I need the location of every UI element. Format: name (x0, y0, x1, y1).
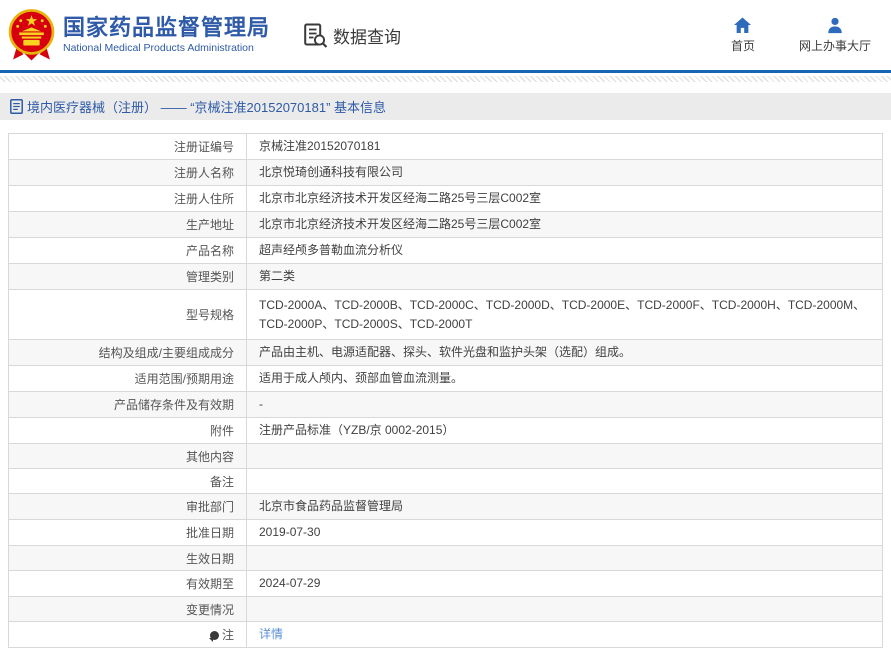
table-row: 批准日期 2019-07-30 (8, 519, 883, 546)
row-value: 注册产品标准（YZB/京 0002-2015） (246, 417, 883, 444)
row-label: 生效日期 (8, 545, 247, 571)
table-row: 结构及组成/主要组成成分 产品由主机、电源适配器、探头、软件光盘和监护头架（选配）… (8, 339, 883, 366)
table-row: 产品名称 超声经颅多普勒血流分析仪 (8, 237, 883, 264)
row-value: 适用于成人颅内、颈部血管血流测量。 (246, 365, 883, 392)
row-label: 注 (8, 621, 247, 648)
nav-home-label: 首页 (730, 38, 755, 53)
row-value (246, 596, 883, 622)
row-value: 北京市食品药品监督管理局 (246, 493, 883, 520)
table-row: 注册证编号 京械注准20152070181 (8, 133, 883, 160)
row-label: 审批部门 (8, 493, 247, 520)
row-label: 结构及组成/主要组成成分 (8, 339, 247, 366)
table-row: 适用范围/预期用途 适用于成人颅内、颈部血管血流测量。 (8, 365, 883, 392)
table-row: 审批部门 北京市食品药品监督管理局 (8, 493, 883, 520)
document-search-icon (304, 23, 328, 48)
row-value (246, 468, 883, 494)
row-value: - (246, 391, 883, 418)
agency-title-zh: 国家药品监督管理局 (63, 15, 271, 40)
row-label: 适用范围/预期用途 (8, 365, 247, 392)
header-divider-line (0, 70, 891, 73)
row-label: 管理类别 (8, 263, 247, 290)
agency-title-block[interactable]: 国家药品监督管理局 National Medical Products Admi… (63, 15, 270, 55)
row-label: 注册人名称 (8, 159, 247, 186)
row-label: 产品名称 (8, 237, 247, 264)
nav-service-hall[interactable]: 网上办事大厅 (799, 17, 871, 54)
row-value: 详情 (246, 621, 883, 648)
table-row: 附件 注册产品标准（YZB/京 0002-2015） (8, 417, 883, 444)
row-value: TCD-2000A、TCD-2000B、TCD-2000C、TCD-2000D、… (246, 289, 883, 340)
detail-link[interactable]: 详情 (259, 627, 283, 641)
home-icon (734, 16, 752, 33)
row-value (246, 545, 883, 571)
nav-service-hall-label: 网上办事大厅 (798, 38, 871, 53)
user-icon (828, 17, 842, 33)
row-value: 产品由主机、电源适配器、探头、软件光盘和监护头架（选配）组成。 (246, 339, 883, 366)
row-label: 其他内容 (8, 443, 247, 469)
table-row: 注册人住所 北京市北京经济技术开发区经海二路25号三层C002室 (8, 185, 883, 212)
table-row: 型号规格 TCD-2000A、TCD-2000B、TCD-2000C、TCD-20… (8, 289, 883, 340)
row-label: 批准日期 (8, 519, 247, 546)
table-row: 管理类别 第二类 (8, 263, 883, 290)
row-label: 变更情况 (8, 596, 247, 622)
row-value: 2019-07-30 (246, 519, 883, 546)
row-value: 第二类 (246, 263, 883, 290)
table-row: 产品储存条件及有效期 - (8, 391, 883, 418)
row-label: 产品储存条件及有效期 (8, 391, 247, 418)
row-value: 2024-07-29 (246, 570, 883, 597)
table-row: 注详情 (8, 621, 883, 648)
table-row: 注册人名称 北京悦琦创通科技有限公司 (8, 159, 883, 186)
table-row: 备注 (8, 468, 883, 494)
row-value: 京械注准20152070181 (246, 133, 883, 160)
nav-home[interactable]: 首页 (723, 16, 763, 54)
registration-info-section: 注册证编号 京械注准20152070181 注册人名称 北京悦琦创通科技有限公司 注册人… (8, 133, 883, 648)
table-row: 生产地址 北京市北京经济技术开发区经海二路25号三层C002室 (8, 211, 883, 238)
row-value: 超声经颅多普勒血流分析仪 (246, 237, 883, 264)
row-label: 附件 (8, 417, 247, 444)
row-label: 注册证编号 (8, 133, 247, 160)
national-emblem-icon (8, 9, 55, 61)
site-header: 国家药品监督管理局 National Medical Products Admi… (0, 0, 891, 70)
table-row: 有效期至 2024-07-29 (8, 570, 883, 597)
row-label: 备注 (8, 468, 247, 494)
row-label: 型号规格 (8, 289, 247, 340)
agency-logo-link[interactable] (8, 8, 55, 62)
top-nav: 首页 网上办事大厅 (723, 16, 877, 54)
note-icon (208, 631, 219, 642)
row-value (246, 443, 883, 469)
table-row: 其他内容 (8, 443, 883, 469)
data-query-nav[interactable]: 数据查询 (302, 22, 401, 49)
row-value: 北京市北京经济技术开发区经海二路25号三层C002室 (246, 211, 883, 238)
info-table-body: 注册证编号 京械注准20152070181 注册人名称 北京悦琦创通科技有限公司 注册人… (8, 133, 883, 648)
info-table: 注册证编号 京械注准20152070181 注册人名称 北京悦琦创通科技有限公司 注册人… (8, 133, 883, 648)
breadcrumb-doc-icon (10, 99, 23, 114)
striped-divider (0, 76, 891, 82)
row-label: 有效期至 (8, 570, 247, 597)
breadcrumb-text: 境内医疗器械（注册） —— “京械注准20152070181” 基本信息 (27, 100, 387, 115)
row-value: 北京市北京经济技术开发区经海二路25号三层C002室 (246, 185, 883, 212)
row-label: 生产地址 (8, 211, 247, 238)
agency-title-en: National Medical Products Administration (63, 42, 254, 54)
row-label: 注册人住所 (8, 185, 247, 212)
table-row: 变更情况 (8, 596, 883, 622)
row-value: 北京悦琦创通科技有限公司 (246, 159, 883, 186)
data-query-label: 数据查询 (333, 27, 402, 47)
breadcrumb: 境内医疗器械（注册） —— “京械注准20152070181” 基本信息 (0, 93, 891, 120)
table-row: 生效日期 (8, 545, 883, 571)
